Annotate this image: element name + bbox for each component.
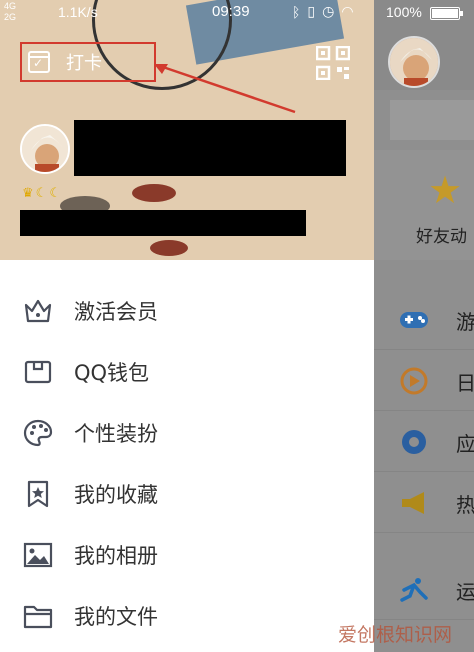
menu-item-album[interactable]: 我的相册 <box>0 524 374 585</box>
nickname-redacted <box>74 120 346 176</box>
live-icon <box>400 367 428 395</box>
drawer-menu: 激活会员 QQ钱包 个性装扮 我的收藏 我的相册 我的文件 <box>0 280 374 646</box>
main-page-dimmed[interactable]: ★ 好友动 游 日 应 热 运 <box>374 0 474 652</box>
main-row-label: 日 <box>456 371 474 395</box>
menu-item-label: QQ钱包 <box>74 360 150 385</box>
menu-item-theme[interactable]: 个性装扮 <box>0 402 374 463</box>
main-row-sport[interactable]: 运 <box>374 560 474 620</box>
megaphone-icon <box>402 492 424 514</box>
menu-item-wallet[interactable]: QQ钱包 <box>0 341 374 402</box>
profile-avatar[interactable] <box>20 124 70 174</box>
wifi-icon: ◠ <box>341 3 354 19</box>
menu-item-label: 我的收藏 <box>74 482 158 507</box>
crown-icon <box>24 299 52 322</box>
battery-percent: 100% <box>386 4 422 20</box>
network-label: 4G <box>4 1 17 11</box>
moon-level-icon: ☾ <box>35 186 48 201</box>
gamepad-icon <box>400 312 428 328</box>
checkin-label: 打卡 <box>66 53 102 74</box>
photo-album-icon <box>23 542 53 567</box>
sport-icon <box>400 578 428 602</box>
qr-code-icon[interactable] <box>316 46 350 80</box>
network-label: 2G <box>4 12 17 22</box>
menu-item-label: 我的相册 <box>74 543 158 568</box>
main-row-live[interactable]: 日 <box>374 351 474 411</box>
bluetooth-icon: ᛒ <box>292 3 301 20</box>
watermark-text: 爱创根知识网 <box>338 624 453 646</box>
palette-icon <box>23 419 53 446</box>
main-search-bar[interactable] <box>390 100 474 140</box>
main-row-label: 热 <box>456 493 474 517</box>
main-avatar[interactable] <box>388 36 440 88</box>
alarm-icon: ◷ <box>322 3 335 19</box>
main-row-label: 运 <box>456 580 474 604</box>
menu-item-files[interactable]: 我的文件 <box>0 585 374 646</box>
menu-item-favorites[interactable]: 我的收藏 <box>0 463 374 524</box>
vibrate-icon: ▯ <box>307 3 316 19</box>
menu-item-vip[interactable]: 激活会员 <box>0 280 374 341</box>
menu-item-label: 激活会员 <box>74 299 158 324</box>
signature-redacted <box>20 210 306 236</box>
clock: 09:39 <box>212 3 250 20</box>
friends-feed-label: 好友动 <box>416 227 467 247</box>
network-speed: 1.1K/s <box>58 4 98 20</box>
bookmark-star-icon <box>27 480 49 507</box>
battery-icon <box>430 7 463 20</box>
crown-level-icon: ♛ <box>22 186 34 201</box>
main-row-game[interactable]: 游 <box>374 290 474 350</box>
friends-feed-icon: ★ <box>428 168 463 212</box>
main-row-label: 应 <box>456 432 474 456</box>
status-bar: 4G 2G 1.1K/s 09:39 ᛒ ▯ ◷ ◠ 100% <box>0 0 474 26</box>
app-icon <box>402 430 426 454</box>
checkin-button[interactable]: 打卡 <box>20 42 156 82</box>
calendar-check-icon <box>28 51 50 73</box>
status-icons: ᛒ ▯ ◷ ◠ <box>292 3 354 20</box>
moon-level-icon: ☾ <box>49 186 61 201</box>
menu-item-label: 个性装扮 <box>74 421 158 446</box>
header-illustration-shape <box>150 240 188 256</box>
annotation-arrow <box>154 64 296 114</box>
menu-item-label: 我的文件 <box>74 604 158 629</box>
wallet-icon <box>24 360 52 383</box>
level-badges[interactable]: ♛ ☾ ☾ <box>22 186 61 201</box>
header-illustration-shape <box>132 184 176 202</box>
main-row-app[interactable]: 应 <box>374 412 474 472</box>
side-drawer: 打卡 ♛ ☾ ☾ 激活会员 QQ钱包 个性装扮 <box>0 0 374 652</box>
main-row-label: 游 <box>456 310 474 334</box>
folder-icon <box>23 605 53 628</box>
network-indicator: 4G 2G <box>4 1 16 23</box>
main-row-hot[interactable]: 热 <box>374 473 474 533</box>
